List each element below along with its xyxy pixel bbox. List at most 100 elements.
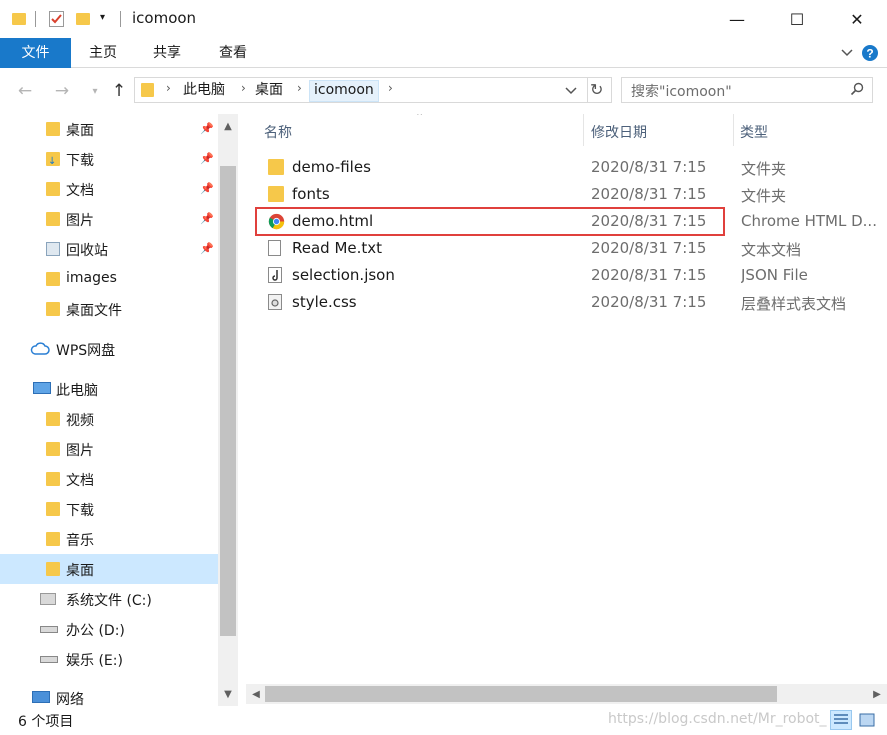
navigation-bar: ← → ▾ ↑ › 此电脑 › 桌面 › icomoon › ↻ 搜索"icom… xyxy=(0,68,887,114)
recycle-bin-icon xyxy=(46,242,60,256)
scrollbar-thumb[interactable] xyxy=(220,166,236,636)
search-input[interactable]: 搜索"icomoon" xyxy=(621,77,873,103)
recent-locations-icon[interactable]: ▾ xyxy=(84,80,106,102)
nav-item-network[interactable]: 网络 xyxy=(0,683,218,706)
scroll-right-icon[interactable]: ▶ xyxy=(867,684,887,704)
windows-drive-icon xyxy=(40,593,56,605)
address-bar[interactable]: › 此电脑 › 桌面 › icomoon › ↻ xyxy=(134,77,612,103)
music-icon xyxy=(46,532,60,546)
scrollbar-thumb[interactable] xyxy=(265,686,777,702)
pin-icon[interactable]: 📌 xyxy=(200,122,214,135)
pin-icon[interactable]: 📌 xyxy=(200,152,214,165)
file-row[interactable]: selection.json 2020/8/31 7:15 JSON File xyxy=(256,262,881,289)
scroll-left-icon[interactable]: ◀ xyxy=(246,684,266,704)
file-date: 2020/8/31 7:15 xyxy=(591,185,707,203)
close-button[interactable]: ✕ xyxy=(827,0,887,38)
forward-arrow-icon[interactable]: → xyxy=(51,80,73,102)
file-type: Chrome HTML D... xyxy=(741,212,877,230)
file-type: 文本文档 xyxy=(741,241,802,259)
nav-item-images[interactable]: images xyxy=(0,264,218,294)
nav-item-documents[interactable]: 文档 📌 xyxy=(0,174,218,204)
nav-item-music[interactable]: 音乐 xyxy=(0,524,218,554)
ribbon-tabs: 文件 主页 共享 查看 ? xyxy=(0,38,887,68)
breadcrumb-icomoon[interactable]: icomoon xyxy=(309,80,379,102)
column-header-type[interactable]: 类型 xyxy=(740,122,768,142)
nav-item-label: 娱乐 (E:) xyxy=(66,653,123,669)
column-divider[interactable] xyxy=(733,114,734,146)
scroll-down-icon[interactable]: ▼ xyxy=(218,684,238,704)
nav-item-drive-e[interactable]: 娱乐 (E:) xyxy=(0,644,218,674)
tab-home[interactable]: 主页 xyxy=(80,38,126,68)
computer-icon xyxy=(33,382,51,394)
nav-item-desktop[interactable]: 桌面 📌 xyxy=(0,114,218,144)
file-row[interactable]: style.css 2020/8/31 7:15 层叠样式表文档 xyxy=(256,289,881,316)
nav-item-label: 图片 xyxy=(66,213,94,229)
horizontal-scrollbar[interactable]: ◀ ▶ xyxy=(246,684,887,704)
nav-item-label: 桌面文件 xyxy=(66,303,122,319)
pin-icon[interactable]: 📌 xyxy=(200,242,214,255)
properties-icon[interactable] xyxy=(49,11,64,27)
drive-icon xyxy=(40,626,58,633)
nav-item-pictures-pc[interactable]: 图片 xyxy=(0,434,218,464)
nav-item-drive-c[interactable]: 系统文件 (C:) xyxy=(0,584,218,614)
file-row[interactable]: fonts 2020/8/31 7:15 文件夹 xyxy=(256,181,881,208)
navigation-pane: 桌面 📌 ↓ 下载 📌 文档 📌 图片 📌 回收站 📌 images 桌面文件 … xyxy=(0,114,240,706)
minimize-button[interactable]: — xyxy=(707,0,767,38)
file-date: 2020/8/31 7:15 xyxy=(591,158,707,176)
nav-item-label: 网络 xyxy=(56,692,84,706)
nav-item-drive-d[interactable]: 办公 (D:) xyxy=(0,614,218,644)
nav-scrollbar[interactable]: ▲ ▼ xyxy=(218,114,238,706)
file-row[interactable]: demo-files 2020/8/31 7:15 文件夹 xyxy=(256,154,881,181)
folder-icon xyxy=(46,302,60,316)
nav-item-desktop-files[interactable]: 桌面文件 xyxy=(0,294,218,324)
tab-share[interactable]: 共享 xyxy=(144,38,190,68)
nav-item-videos[interactable]: 视频 xyxy=(0,404,218,434)
chevron-right-icon[interactable]: › xyxy=(241,81,246,95)
column-header-name[interactable]: 名称 xyxy=(264,122,292,142)
expand-ribbon-icon[interactable] xyxy=(837,43,857,63)
breadcrumb-this-pc[interactable]: 此电脑 xyxy=(183,81,225,101)
nav-item-recycle-bin[interactable]: 回收站 📌 xyxy=(0,234,218,264)
scroll-up-icon[interactable]: ▲ xyxy=(218,116,238,136)
file-name: selection.json xyxy=(292,266,395,284)
nav-item-downloads[interactable]: ↓ 下载 📌 xyxy=(0,144,218,174)
downloads-icon xyxy=(46,502,60,516)
maximize-button[interactable]: ☐ xyxy=(767,0,827,38)
details-view-button[interactable] xyxy=(830,710,852,730)
nav-item-desktop-pc[interactable]: 桌面 xyxy=(0,554,218,584)
tab-file[interactable]: 文件 xyxy=(0,38,71,68)
refresh-icon[interactable]: ↻ xyxy=(590,80,603,99)
nav-item-this-pc[interactable]: 此电脑 xyxy=(0,374,218,404)
pin-icon[interactable]: 📌 xyxy=(200,182,214,195)
search-icon[interactable] xyxy=(850,82,864,100)
watermark: https://blog.csdn.net/Mr_robot_ xyxy=(608,711,827,727)
nav-item-pictures[interactable]: 图片 📌 xyxy=(0,204,218,234)
nav-item-label: 此电脑 xyxy=(56,383,98,399)
column-header-modified[interactable]: 修改日期 xyxy=(591,122,647,142)
nav-item-wps-cloud[interactable]: WPS网盘 xyxy=(0,334,218,364)
breadcrumb-desktop[interactable]: 桌面 xyxy=(255,81,283,101)
chevron-right-icon[interactable]: › xyxy=(166,81,171,95)
quick-access-dropdown-icon[interactable]: ▾ xyxy=(100,12,105,23)
column-divider[interactable] xyxy=(583,114,584,146)
help-icon[interactable]: ? xyxy=(860,43,880,63)
large-icons-view-button[interactable] xyxy=(856,710,878,730)
tab-view[interactable]: 查看 xyxy=(210,38,256,68)
nav-item-documents-pc[interactable]: 文档 xyxy=(0,464,218,494)
pin-icon[interactable]: 📌 xyxy=(200,212,214,225)
nav-item-label: images xyxy=(66,270,117,286)
folder-icon xyxy=(12,13,26,25)
file-name: style.css xyxy=(292,293,357,311)
folder-icon xyxy=(268,159,284,175)
chevron-right-icon[interactable]: › xyxy=(297,81,302,95)
address-dropdown-icon[interactable] xyxy=(565,83,577,99)
chevron-right-icon[interactable]: › xyxy=(388,81,393,95)
desktop-folder-icon xyxy=(46,562,60,576)
up-arrow-icon[interactable]: ↑ xyxy=(108,80,130,102)
window-title: icomoon xyxy=(132,9,197,27)
nav-item-downloads-pc[interactable]: 下载 xyxy=(0,494,218,524)
new-folder-icon[interactable] xyxy=(76,13,90,25)
divider xyxy=(587,78,588,102)
file-row[interactable]: Read Me.txt 2020/8/31 7:15 文本文档 xyxy=(256,235,881,262)
back-arrow-icon[interactable]: ← xyxy=(14,80,36,102)
